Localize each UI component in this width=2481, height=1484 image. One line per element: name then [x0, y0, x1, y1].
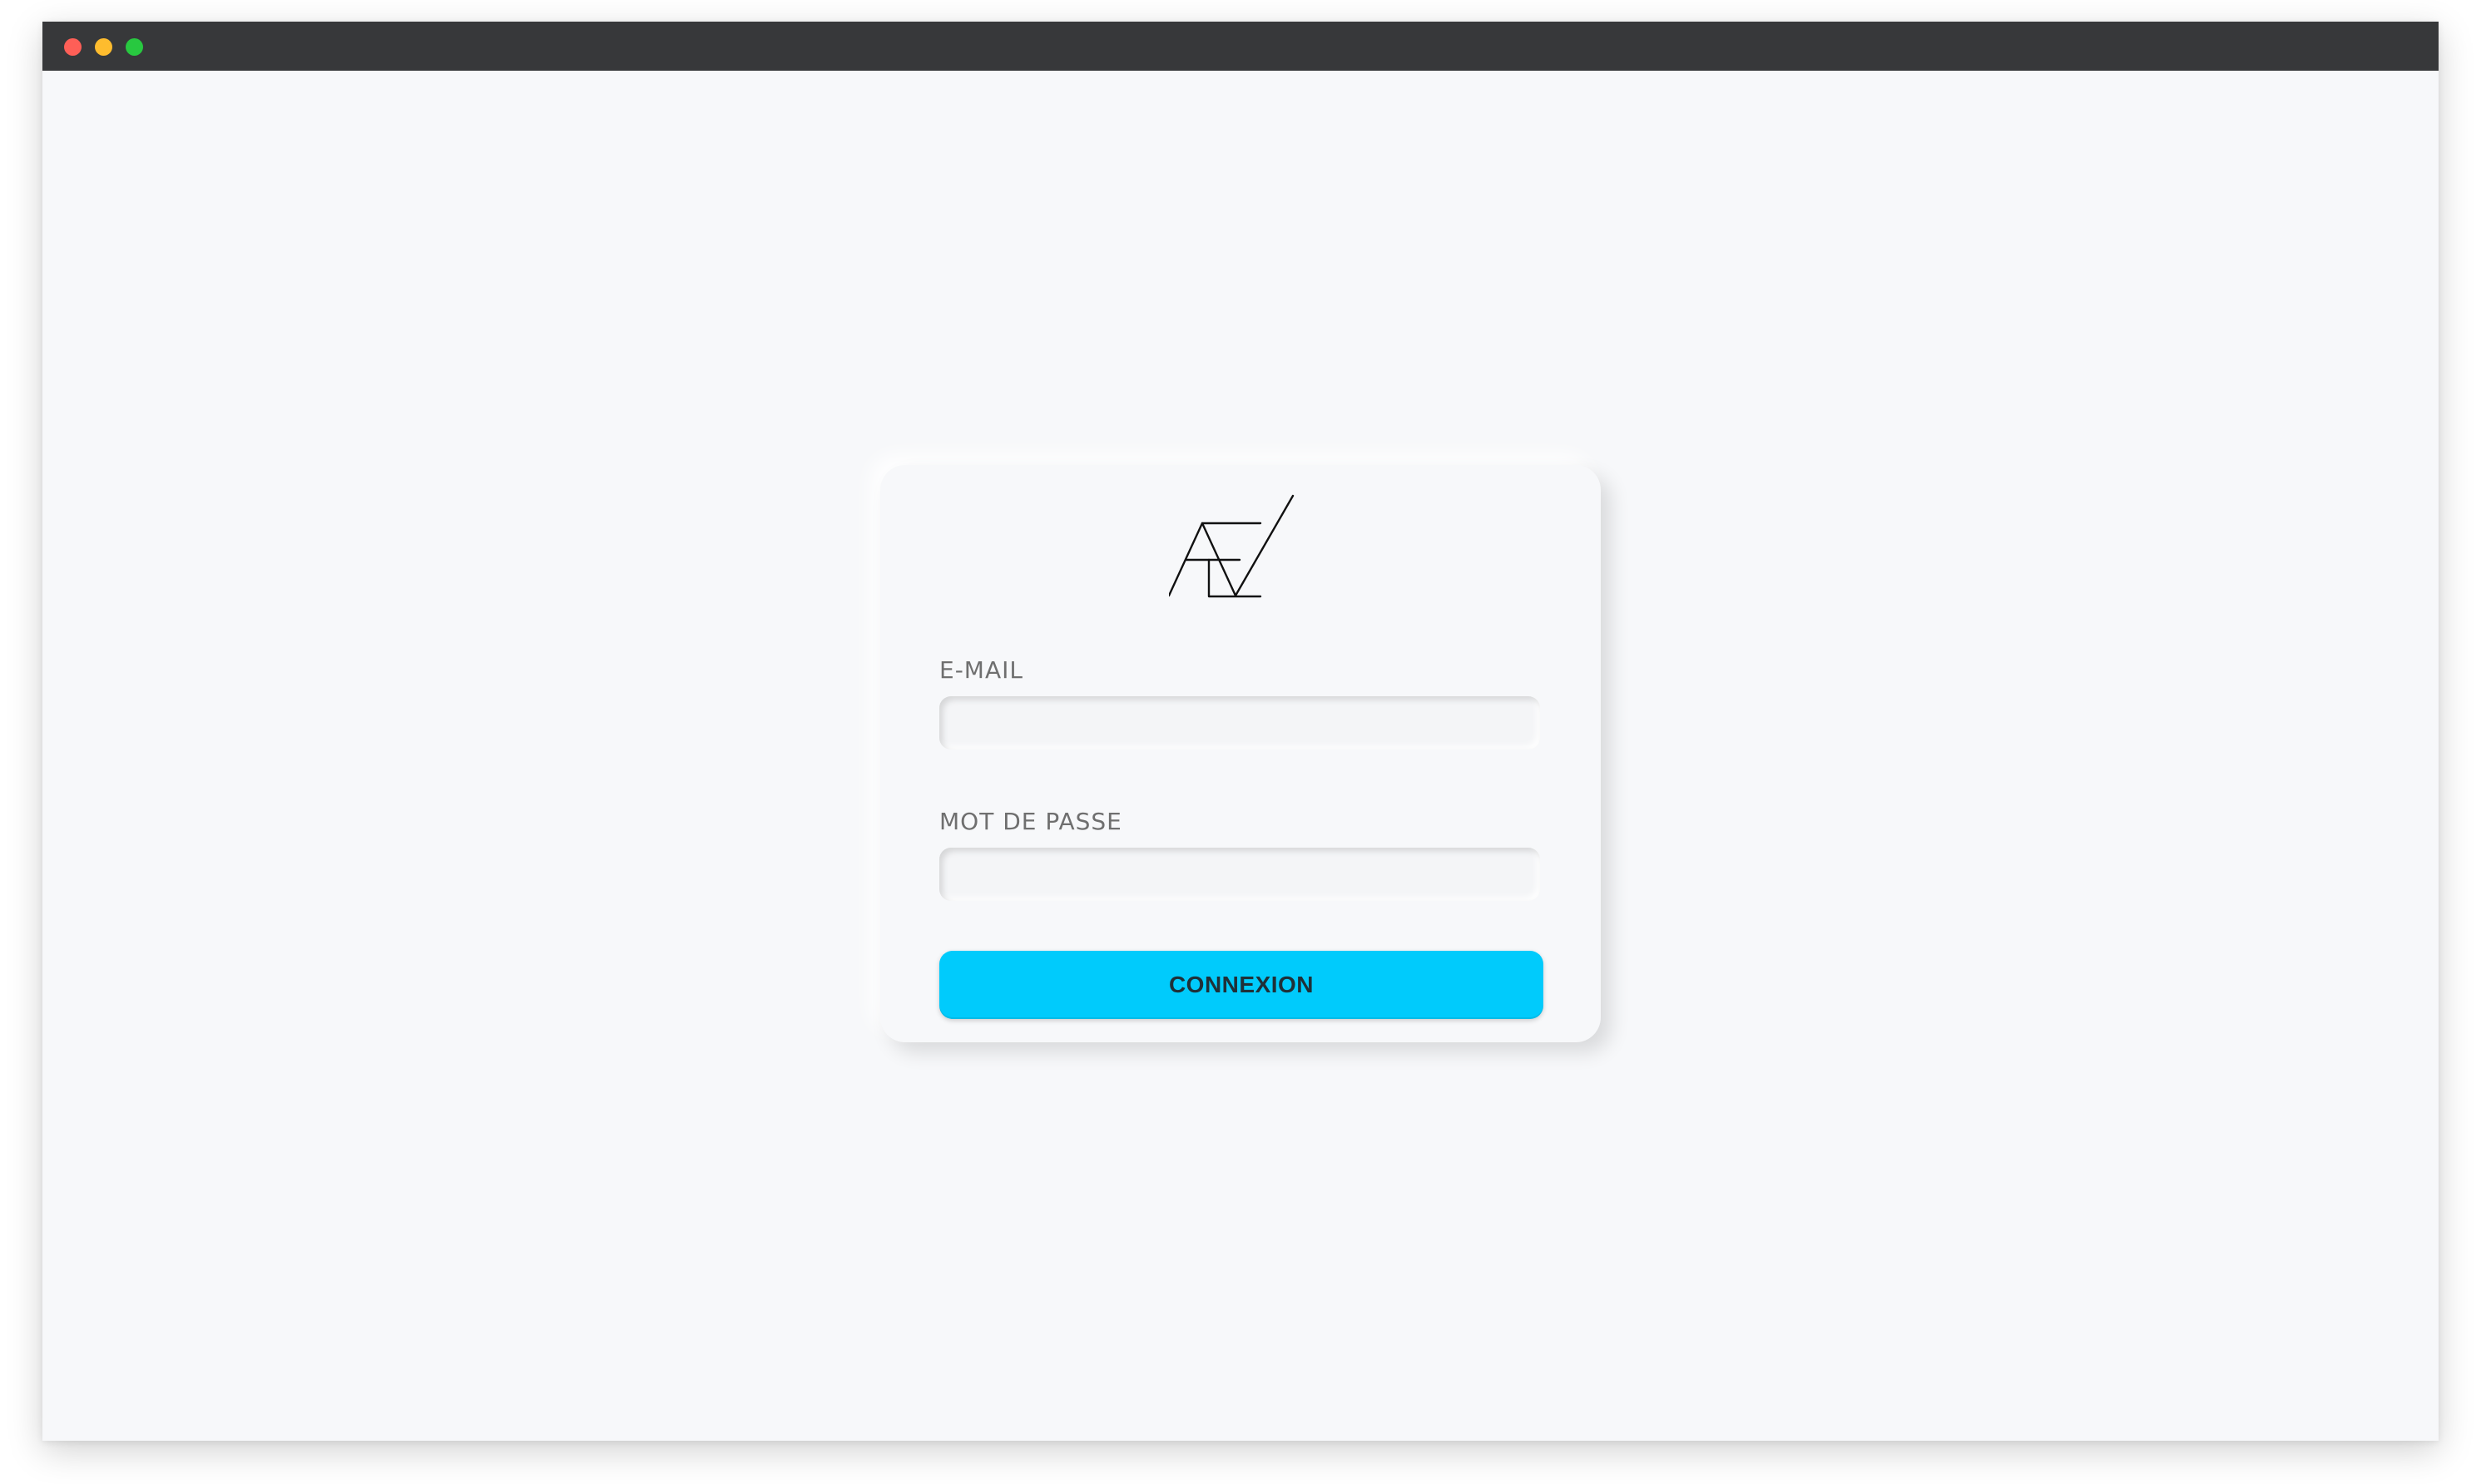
password-field[interactable]: [939, 848, 1540, 901]
close-window-button[interactable]: [64, 38, 82, 56]
password-label: MOT DE PASSE: [939, 808, 1122, 835]
login-button[interactable]: CONNEXION: [939, 951, 1543, 1019]
email-field[interactable]: [939, 696, 1540, 749]
maximize-window-button[interactable]: [126, 38, 143, 56]
av-logo-icon: [1169, 494, 1295, 598]
email-label: E-MAIL: [939, 656, 1023, 684]
login-card: E-MAIL MOT DE PASSE CONNEXION: [880, 465, 1601, 1042]
browser-window: E-MAIL MOT DE PASSE CONNEXION: [42, 22, 2439, 1441]
minimize-window-button[interactable]: [95, 38, 112, 56]
window-titlebar: [42, 22, 2439, 71]
